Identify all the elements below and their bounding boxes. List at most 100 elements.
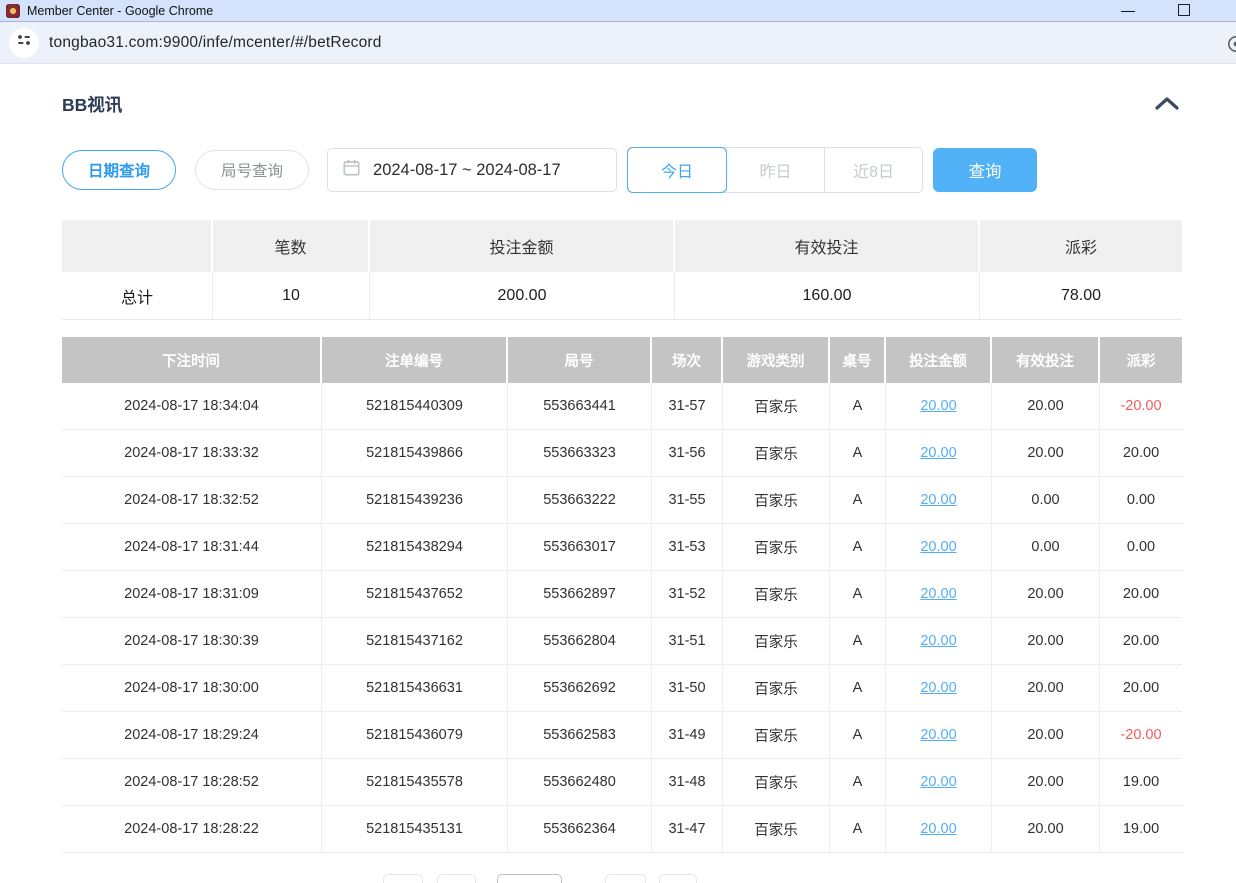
record-cell: 百家乐 [723, 383, 830, 430]
record-cell: 20.00 [992, 430, 1100, 477]
quick-range-group: 今日 昨日 近8日 [627, 147, 923, 193]
record-cell: A [830, 618, 886, 665]
summary-col-header: 笔数 [213, 220, 370, 272]
summary-row-label: 总计 [62, 272, 213, 320]
quick-range-today[interactable]: 今日 [628, 148, 726, 192]
bet-amount-link[interactable]: 20.00 [920, 398, 956, 414]
summary-value: 200.00 [370, 272, 675, 320]
summary-col-header: 派彩 [980, 220, 1182, 272]
pagination-jump-button[interactable] [659, 874, 697, 883]
table-row: 2024-08-17 18:31:09521815437652553662897… [62, 571, 1182, 618]
summary-header-row: 笔数投注金额有效投注派彩 [62, 220, 1182, 272]
table-row: 2024-08-17 18:30:39521815437162553662804… [62, 618, 1182, 665]
records-col-header: 派彩 [1100, 337, 1182, 383]
pagination-prev-button[interactable] [383, 874, 423, 883]
quick-range-yesterday[interactable]: 昨日 [726, 148, 824, 192]
bet-amount-cell: 20.00 [886, 383, 992, 430]
record-cell: 20.00 [1100, 618, 1182, 665]
bet-amount-link[interactable]: 20.00 [920, 727, 956, 743]
site-settings-button[interactable] [9, 28, 39, 58]
pagination-bar [62, 874, 1182, 883]
records-header-row: 下注时间注单编号局号场次游戏类别桌号投注金额有效投注派彩 [62, 337, 1182, 383]
record-cell: 31-56 [652, 430, 723, 477]
record-cell: 521815437652 [322, 571, 508, 618]
date-range-value: 2024-08-17 ~ 2024-08-17 [373, 161, 561, 180]
table-row: 2024-08-17 18:28:52521815435578553662480… [62, 759, 1182, 806]
record-cell: 20.00 [1100, 571, 1182, 618]
minimize-icon[interactable] [1121, 11, 1135, 12]
bet-amount-cell: 20.00 [886, 806, 992, 853]
record-cell: 百家乐 [723, 524, 830, 571]
record-cell: A [830, 524, 886, 571]
bet-amount-link[interactable]: 20.00 [920, 445, 956, 461]
bet-amount-cell: 20.00 [886, 759, 992, 806]
bet-amount-link[interactable]: 20.00 [920, 586, 956, 602]
record-cell: 521815436079 [322, 712, 508, 759]
date-range-picker[interactable]: 2024-08-17 ~ 2024-08-17 [327, 148, 617, 192]
record-cell: 0.00 [1100, 524, 1182, 571]
summary-value: 10 [213, 272, 370, 320]
record-cell: 0.00 [1100, 477, 1182, 524]
record-cell: 31-49 [652, 712, 723, 759]
search-button[interactable]: 查询 [933, 148, 1037, 192]
record-cell: 百家乐 [723, 665, 830, 712]
record-cell: 553663222 [508, 477, 652, 524]
record-cell: A [830, 759, 886, 806]
record-cell: A [830, 665, 886, 712]
pagination-next-button[interactable] [605, 874, 646, 883]
record-cell: 31-55 [652, 477, 723, 524]
table-row: 2024-08-17 18:34:04521815440309553663441… [62, 383, 1182, 430]
record-cell: 553662804 [508, 618, 652, 665]
record-cell: 0.00 [992, 477, 1100, 524]
collapse-section-button[interactable] [1152, 93, 1182, 116]
profile-icon[interactable] [1227, 35, 1236, 58]
bet-amount-link[interactable]: 20.00 [920, 680, 956, 696]
record-cell: 2024-08-17 18:31:09 [62, 571, 322, 618]
chevron-up-icon [1154, 99, 1180, 114]
maximize-icon[interactable] [1178, 4, 1190, 16]
browser-address-bar: tongbao31.com:9900/infe/mcenter/#/betRec… [0, 22, 1236, 64]
record-cell: 20.00 [992, 806, 1100, 853]
records-col-header: 下注时间 [62, 337, 322, 383]
table-row: 2024-08-17 18:28:22521815435131553662364… [62, 806, 1182, 853]
quick-range-last8days[interactable]: 近8日 [824, 148, 922, 192]
record-cell: 2024-08-17 18:30:00 [62, 665, 322, 712]
bet-amount-cell: 20.00 [886, 665, 992, 712]
record-cell: 20.00 [992, 383, 1100, 430]
record-cell: 521815435131 [322, 806, 508, 853]
record-cell: 553662583 [508, 712, 652, 759]
bet-amount-link[interactable]: 20.00 [920, 774, 956, 790]
date-query-tab[interactable]: 日期查询 [62, 150, 176, 190]
summary-value: 160.00 [675, 272, 980, 320]
record-cell: 521815436631 [322, 665, 508, 712]
bet-amount-link[interactable]: 20.00 [920, 821, 956, 837]
record-cell: -20.00 [1100, 712, 1182, 759]
page-title: BB视讯 [62, 92, 122, 117]
record-cell: 553662480 [508, 759, 652, 806]
summary-value: 78.00 [980, 272, 1182, 320]
record-cell: 553662692 [508, 665, 652, 712]
summary-table: 笔数投注金额有效投注派彩 总计10200.00160.0078.00 [62, 220, 1182, 320]
bet-amount-link[interactable]: 20.00 [920, 492, 956, 508]
bet-record-page: BB视讯 日期查询 局号查询 2024-08-17 ~ 2024-08-17 [0, 92, 1236, 883]
bet-amount-link[interactable]: 20.00 [920, 539, 956, 555]
record-cell: 20.00 [992, 759, 1100, 806]
url-text[interactable]: tongbao31.com:9900/infe/mcenter/#/betRec… [49, 34, 382, 52]
record-cell: A [830, 571, 886, 618]
record-cell: 2024-08-17 18:28:22 [62, 806, 322, 853]
section-header: BB视讯 [62, 92, 1182, 117]
summary-col-header: 有效投注 [675, 220, 980, 272]
bet-amount-link[interactable]: 20.00 [920, 633, 956, 649]
round-query-tab[interactable]: 局号查询 [195, 150, 309, 190]
pagination-page-button[interactable] [437, 874, 476, 883]
record-cell: 553663323 [508, 430, 652, 477]
record-cell: 2024-08-17 18:34:04 [62, 383, 322, 430]
records-col-header: 注单编号 [322, 337, 508, 383]
record-cell: 0.00 [992, 524, 1100, 571]
table-row: 2024-08-17 18:32:52521815439236553663222… [62, 477, 1182, 524]
record-cell: 31-51 [652, 618, 723, 665]
pagination-page-size-select[interactable] [497, 874, 562, 883]
record-cell: 2024-08-17 18:31:44 [62, 524, 322, 571]
record-cell: 20.00 [992, 571, 1100, 618]
window-titlebar: Member Center - Google Chrome [0, 0, 1236, 22]
